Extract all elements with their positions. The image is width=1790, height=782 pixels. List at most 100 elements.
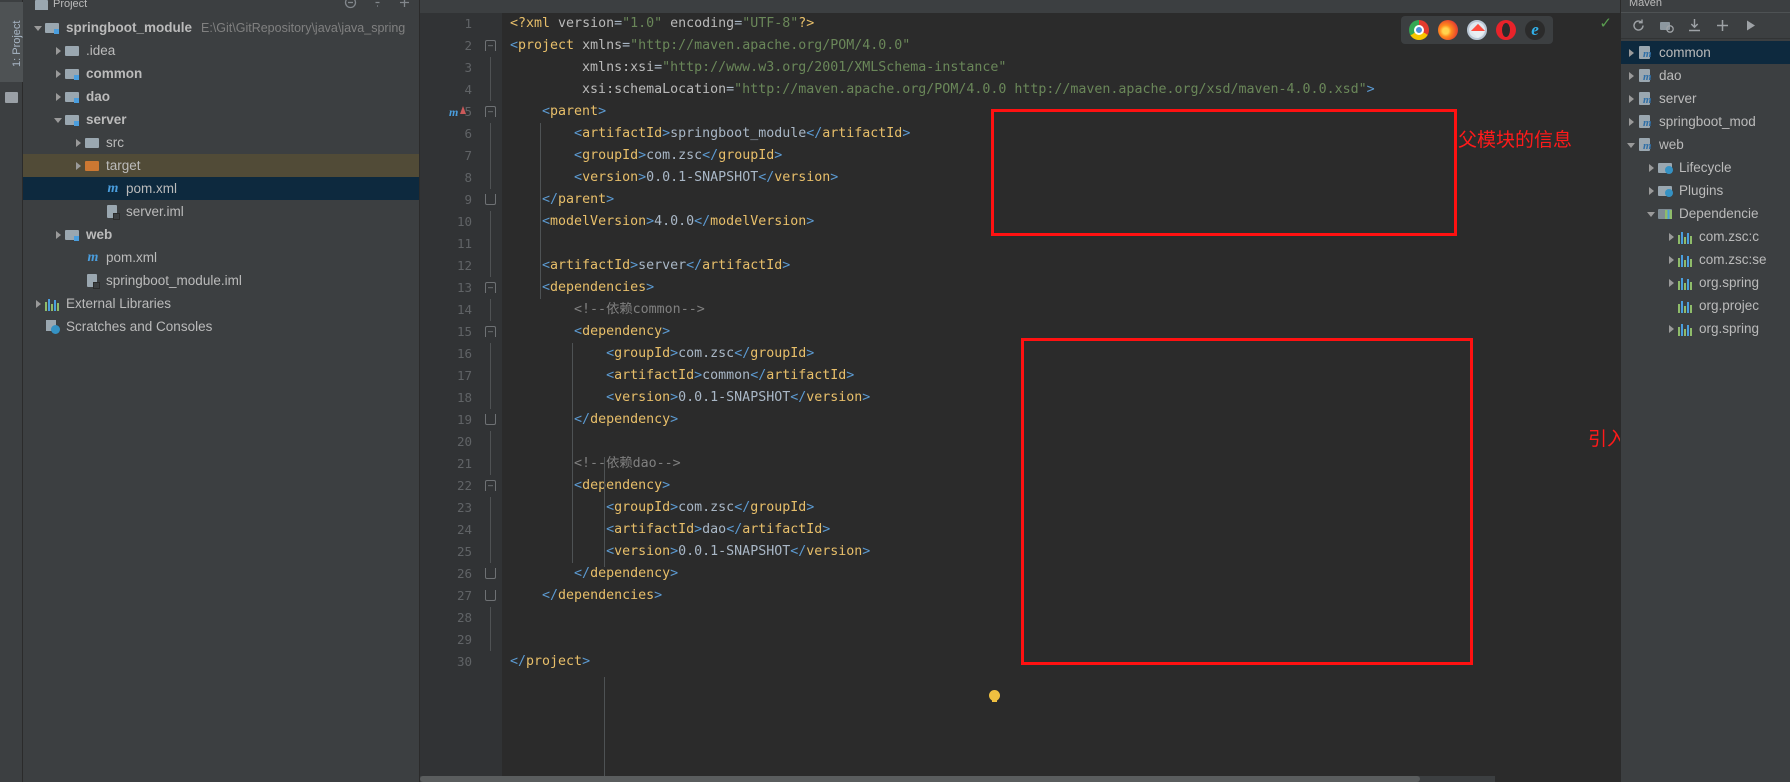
browser-preview-bar[interactable]: e — [1401, 16, 1553, 44]
project-tool-button[interactable]: 1: Project — [0, 2, 23, 82]
code-line-14[interactable]: <!--依赖common--> — [502, 299, 1620, 321]
fold-toggle-icon[interactable]: – — [485, 326, 496, 337]
maven-tree-item-org-projec[interactable]: org.projec — [1621, 294, 1790, 317]
tree-expand-arrow[interactable] — [52, 228, 65, 241]
tree-expand-arrow[interactable] — [72, 136, 85, 149]
code-line-13[interactable]: <dependencies> — [502, 277, 1620, 299]
download-sources-icon[interactable] — [1687, 18, 1702, 33]
structure-tool-icon[interactable] — [5, 92, 18, 103]
tree-expand-arrow[interactable] — [1625, 46, 1638, 59]
code-line-27[interactable]: </dependencies> — [502, 585, 1620, 607]
project-tree-item-springboot_module[interactable]: springboot_module E:\Git\GitRepository\ja… — [23, 16, 419, 39]
tree-expand-arrow[interactable] — [32, 297, 45, 310]
tree-expand-arrow[interactable] — [52, 90, 65, 103]
fold-toggle-icon[interactable] — [485, 194, 496, 205]
add-icon[interactable] — [1715, 18, 1730, 33]
code-line-19[interactable]: </dependency> — [502, 409, 1620, 431]
code-line-28[interactable] — [502, 607, 1620, 629]
editor-tab-bar[interactable]: dao)WebApplication.javaUserController.ja… — [420, 0, 1620, 13]
code-line-7[interactable]: <groupId>com.zsc</groupId> — [502, 145, 1620, 167]
code-line-17[interactable]: <artifactId>common</artifactId> — [502, 365, 1620, 387]
fold-toggle-icon[interactable]: – — [485, 106, 496, 117]
project-tree-item-src[interactable]: src — [23, 131, 419, 154]
run-icon[interactable] — [1743, 18, 1758, 33]
parent-navigate-arrow-icon[interactable] — [460, 106, 466, 114]
code-line-16[interactable]: <groupId>com.zsc</groupId> — [502, 343, 1620, 365]
code-line-10[interactable]: <modelVersion>4.0.0</modelVersion> — [502, 211, 1620, 233]
maven-tree-item-server[interactable]: server — [1621, 87, 1790, 110]
project-tree-item-scratches[interactable]: Scratches and Consoles — [23, 315, 419, 338]
project-tree-item-target[interactable]: target — [23, 154, 419, 177]
code-line-4[interactable]: xsi:schemaLocation="http://maven.apache.… — [502, 79, 1620, 101]
project-tree-item-root-iml[interactable]: springboot_module.iml — [23, 269, 419, 292]
maven-tree-item-lifecycle[interactable]: Lifecycle — [1621, 156, 1790, 179]
code-line-21[interactable]: <!--依赖dao--> — [502, 453, 1620, 475]
maven-tree-item-com-zsc-c[interactable]: com.zsc:c — [1621, 225, 1790, 248]
code-line-23[interactable]: <groupId>com.zsc</groupId> — [502, 497, 1620, 519]
maven-tree-item-org-spring[interactable]: org.spring — [1621, 271, 1790, 294]
fold-toggle-icon[interactable]: – — [485, 480, 496, 491]
tree-expand-arrow[interactable] — [1625, 115, 1638, 128]
project-tree-item-server-iml[interactable]: server.iml — [23, 200, 419, 223]
tree-expand-arrow[interactable] — [52, 44, 65, 57]
tree-expand-arrow[interactable] — [72, 159, 85, 172]
project-tree-item-common[interactable]: common — [23, 62, 419, 85]
maven-tree[interactable]: common dao server springboot_modweb Lifecycl… — [1621, 39, 1790, 340]
maven-tree-item-web[interactable]: web — [1621, 133, 1790, 156]
hide-panel-icon[interactable] — [398, 0, 411, 9]
refresh-icon[interactable] — [1631, 18, 1646, 33]
project-tree-item-root-pom[interactable]: m pom.xml — [23, 246, 419, 269]
chrome-icon[interactable] — [1409, 20, 1429, 40]
code-line-29[interactable] — [502, 629, 1620, 651]
tree-expand-arrow[interactable] — [1665, 230, 1678, 243]
code-line-11[interactable] — [502, 233, 1620, 255]
code-line-20[interactable] — [502, 431, 1620, 453]
tree-expand-arrow[interactable] — [1625, 138, 1638, 151]
tree-expand-arrow[interactable] — [52, 113, 65, 126]
tree-expand-arrow[interactable] — [1665, 322, 1678, 335]
fold-toggle-icon[interactable]: – — [485, 282, 496, 293]
tree-expand-arrow[interactable] — [1625, 92, 1638, 105]
code-folding-gutter[interactable]: – – – – – — [480, 13, 502, 782]
code-line-30[interactable]: </project> — [502, 651, 1620, 673]
maven-tree-item-dependencie[interactable]: Dependencie — [1621, 202, 1790, 225]
maven-tree-item-dao[interactable]: dao — [1621, 64, 1790, 87]
tree-expand-arrow[interactable] — [1625, 69, 1638, 82]
safari-icon[interactable] — [1467, 20, 1487, 40]
tree-expand-arrow[interactable] — [52, 67, 65, 80]
code-line-9[interactable]: </parent> — [502, 189, 1620, 211]
inspection-status-icon[interactable]: ✓ — [1599, 14, 1612, 32]
maven-tree-item-springboot-mod[interactable]: springboot_mod — [1621, 110, 1790, 133]
project-tree-item-ext-libs[interactable]: External Libraries — [23, 292, 419, 315]
maven-gutter-icon[interactable]: m — [449, 101, 458, 123]
collapse-all-icon[interactable] — [344, 0, 357, 9]
code-line-24[interactable]: <artifactId>dao</artifactId> — [502, 519, 1620, 541]
code-line-25[interactable]: <version>0.0.1-SNAPSHOT</version> — [502, 541, 1620, 563]
fold-toggle-icon[interactable]: – — [485, 40, 496, 51]
maven-tree-item-plugins[interactable]: Plugins — [1621, 179, 1790, 202]
code-line-6[interactable]: <artifactId>springboot_module</artifactI… — [502, 123, 1620, 145]
code-line-8[interactable]: <version>0.0.1-SNAPSHOT</version> — [502, 167, 1620, 189]
code-content[interactable]: <?xml version="1.0" encoding="UTF-8"?> <p… — [502, 13, 1620, 782]
maven-tree-item-org-spring[interactable]: org.spring — [1621, 317, 1790, 340]
tree-expand-arrow[interactable] — [1645, 207, 1658, 220]
tree-expand-arrow[interactable] — [1645, 161, 1658, 174]
fold-toggle-icon[interactable] — [485, 568, 496, 579]
fold-toggle-icon[interactable] — [485, 590, 496, 601]
intention-bulb-icon[interactable] — [989, 690, 1000, 702]
code-line-26[interactable]: </dependency> — [502, 563, 1620, 585]
settings-icon[interactable] — [371, 0, 384, 9]
code-line-18[interactable]: <version>0.0.1-SNAPSHOT</version> — [502, 387, 1620, 409]
fold-toggle-icon[interactable] — [485, 414, 496, 425]
project-tree-item-web[interactable]: web — [23, 223, 419, 246]
code-line-15[interactable]: <dependency> — [502, 321, 1620, 343]
opera-icon[interactable] — [1496, 20, 1516, 40]
project-tree[interactable]: springboot_module E:\Git\GitRepository\ja… — [23, 14, 419, 338]
tree-expand-arrow[interactable] — [1645, 184, 1658, 197]
toggle-offline-icon[interactable] — [1659, 18, 1674, 33]
code-line-22[interactable]: <dependency> — [502, 475, 1620, 497]
project-tree-item-server-pom[interactable]: m pom.xml — [23, 177, 419, 200]
project-tree-item-server[interactable]: server — [23, 108, 419, 131]
maven-tree-item-common[interactable]: common — [1621, 41, 1790, 64]
editor-horizontal-scrollbar[interactable] — [420, 776, 1495, 782]
